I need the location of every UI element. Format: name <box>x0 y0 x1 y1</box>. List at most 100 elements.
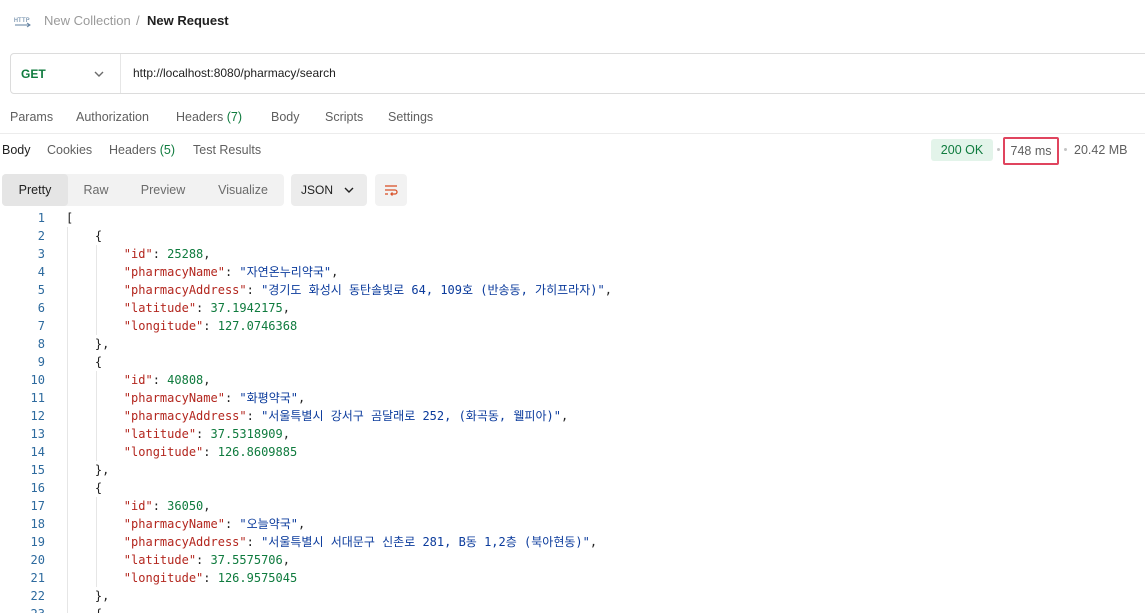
indent-guide <box>67 227 68 613</box>
code-line: 12 "pharmacyAddress": "서울특별시 강서구 곰달래로 25… <box>0 407 1145 425</box>
response-body-editor[interactable]: 1[2 {3 "id": 25288, 4 "pharmacyName": "자연… <box>0 209 1145 613</box>
code-text: "longitude": 126.8609885 <box>123 445 298 459</box>
code-line: 23 { <box>0 605 1145 613</box>
line-number: 17 <box>30 499 45 513</box>
line-number: 10 <box>30 373 45 387</box>
line-number: 2 <box>37 229 45 243</box>
breadcrumb-collection-link[interactable]: New Collection <box>44 13 131 28</box>
chevron-down-icon <box>344 187 354 193</box>
indent-guide <box>96 245 97 335</box>
code-text: "id": 25288, <box>123 247 211 261</box>
indent-guide <box>96 371 97 461</box>
code-line: 17 "id": 36050, <box>0 497 1145 515</box>
code-text: "latitude": 37.1942175, <box>123 301 290 315</box>
code-line: 19 "pharmacyAddress": "서울특별시 서대문구 신촌로 28… <box>0 533 1145 551</box>
view-visualize-button[interactable]: Visualize <box>202 174 284 206</box>
separator-dot <box>1064 148 1067 151</box>
code-line: 13 "latitude": 37.5318909, <box>0 425 1145 443</box>
code-text: "pharmacyAddress": "경기도 화성시 동탄솔빛로 64, 10… <box>123 283 612 297</box>
code-text: { <box>66 229 103 243</box>
tab-headers-count: (7) <box>226 110 243 124</box>
tab-settings[interactable]: Settings <box>388 110 433 124</box>
format-label: JSON <box>301 183 334 197</box>
method-select[interactable]: GET <box>11 54 121 93</box>
line-number: 19 <box>30 535 45 549</box>
tab-params[interactable]: Params <box>10 110 53 124</box>
response-tab-headers-label: Headers <box>109 143 157 157</box>
code-text: { <box>66 481 103 495</box>
line-number: 21 <box>30 571 45 585</box>
code-line: 2 { <box>0 227 1145 245</box>
code-line: 7 "longitude": 127.0746368 <box>0 317 1145 335</box>
code-line: 22 }, <box>0 587 1145 605</box>
line-number: 14 <box>30 445 45 459</box>
section-divider <box>0 133 1145 134</box>
tab-body[interactable]: Body <box>271 110 300 124</box>
chevron-down-icon <box>94 71 104 77</box>
http-icon: HTTP <box>14 16 31 28</box>
code-line: 10 "id": 40808, <box>0 371 1145 389</box>
response-tab-test-results[interactable]: Test Results <box>193 143 261 157</box>
line-number: 7 <box>37 319 45 333</box>
wrap-lines-icon <box>385 185 398 196</box>
code-text: "pharmacyName": "자연온누리약국", <box>123 265 339 279</box>
breadcrumb-separator: / <box>136 13 140 28</box>
format-select[interactable]: JSON <box>291 174 367 206</box>
line-number: 12 <box>30 409 45 423</box>
code-text: { <box>66 355 103 369</box>
response-size[interactable]: 20.42 MB <box>1074 143 1128 157</box>
response-tab-cookies[interactable]: Cookies <box>47 143 92 157</box>
response-tab-body[interactable]: Body <box>2 143 31 157</box>
response-tab-headers[interactable]: Headers (5) <box>109 143 175 157</box>
code-line: 15 }, <box>0 461 1145 479</box>
line-number: 5 <box>37 283 45 297</box>
code-line: 16 { <box>0 479 1145 497</box>
code-text: "pharmacyAddress": "서울특별시 서대문구 신촌로 281, … <box>123 535 598 549</box>
view-mode-group: Pretty Raw Preview Visualize <box>2 174 284 206</box>
url-bar: GET <box>10 53 1145 94</box>
url-input[interactable] <box>133 66 1033 80</box>
code-text: }, <box>66 463 110 477</box>
code-line: 20 "latitude": 37.5575706, <box>0 551 1145 569</box>
tab-headers-label: Headers <box>176 110 224 124</box>
code-text: "pharmacyName": "화평약국", <box>123 391 306 405</box>
code-text: "longitude": 126.9575045 <box>123 571 298 585</box>
code-text: "id": 40808, <box>123 373 211 387</box>
code-line: 5 "pharmacyAddress": "경기도 화성시 동탄솔빛로 64, … <box>0 281 1145 299</box>
code-line: 21 "longitude": 126.9575045 <box>0 569 1145 587</box>
code-text: "latitude": 37.5318909, <box>123 427 290 441</box>
view-raw-button[interactable]: Raw <box>68 174 124 206</box>
code-line: 11 "pharmacyName": "화평약국", <box>0 389 1145 407</box>
response-tab-headers-count: (5) <box>159 143 176 157</box>
code-text: "pharmacyName": "오늘약국", <box>123 517 306 531</box>
line-number: 16 <box>30 481 45 495</box>
tab-headers[interactable]: Headers (7) <box>176 110 242 124</box>
view-pretty-button[interactable]: Pretty <box>2 174 68 206</box>
indent-guide <box>96 497 97 587</box>
line-number: 6 <box>37 301 45 315</box>
line-number: 8 <box>37 337 45 351</box>
code-text: "latitude": 37.5575706, <box>123 553 290 567</box>
breadcrumb: HTTP New Collection / New Request <box>0 0 1145 42</box>
line-number: 23 <box>0 605 45 613</box>
code-line: 14 "longitude": 126.8609885 <box>0 443 1145 461</box>
response-time[interactable]: 748 ms <box>1003 137 1059 165</box>
tab-authorization[interactable]: Authorization <box>76 110 149 124</box>
line-number: 22 <box>30 589 45 603</box>
code-text: [ <box>66 211 74 225</box>
code-line: 4 "pharmacyName": "자연온누리약국", <box>0 263 1145 281</box>
line-number: 18 <box>30 517 45 531</box>
code-line: 8 }, <box>0 335 1145 353</box>
code-line: 6 "latitude": 37.1942175, <box>0 299 1145 317</box>
line-number: 1 <box>37 211 45 225</box>
code-text: }, <box>66 337 110 351</box>
method-label: GET <box>21 67 46 81</box>
view-preview-button[interactable]: Preview <box>124 174 202 206</box>
wrap-lines-button[interactable] <box>375 174 407 206</box>
code-text: "pharmacyAddress": "서울특별시 강서구 곰달래로 252, … <box>123 409 569 423</box>
code-text: "longitude": 127.0746368 <box>123 319 298 333</box>
status-badge[interactable]: 200 OK <box>931 139 993 161</box>
code-line: 18 "pharmacyName": "오늘약국", <box>0 515 1145 533</box>
request-title[interactable]: New Request <box>147 13 229 28</box>
tab-scripts[interactable]: Scripts <box>325 110 363 124</box>
